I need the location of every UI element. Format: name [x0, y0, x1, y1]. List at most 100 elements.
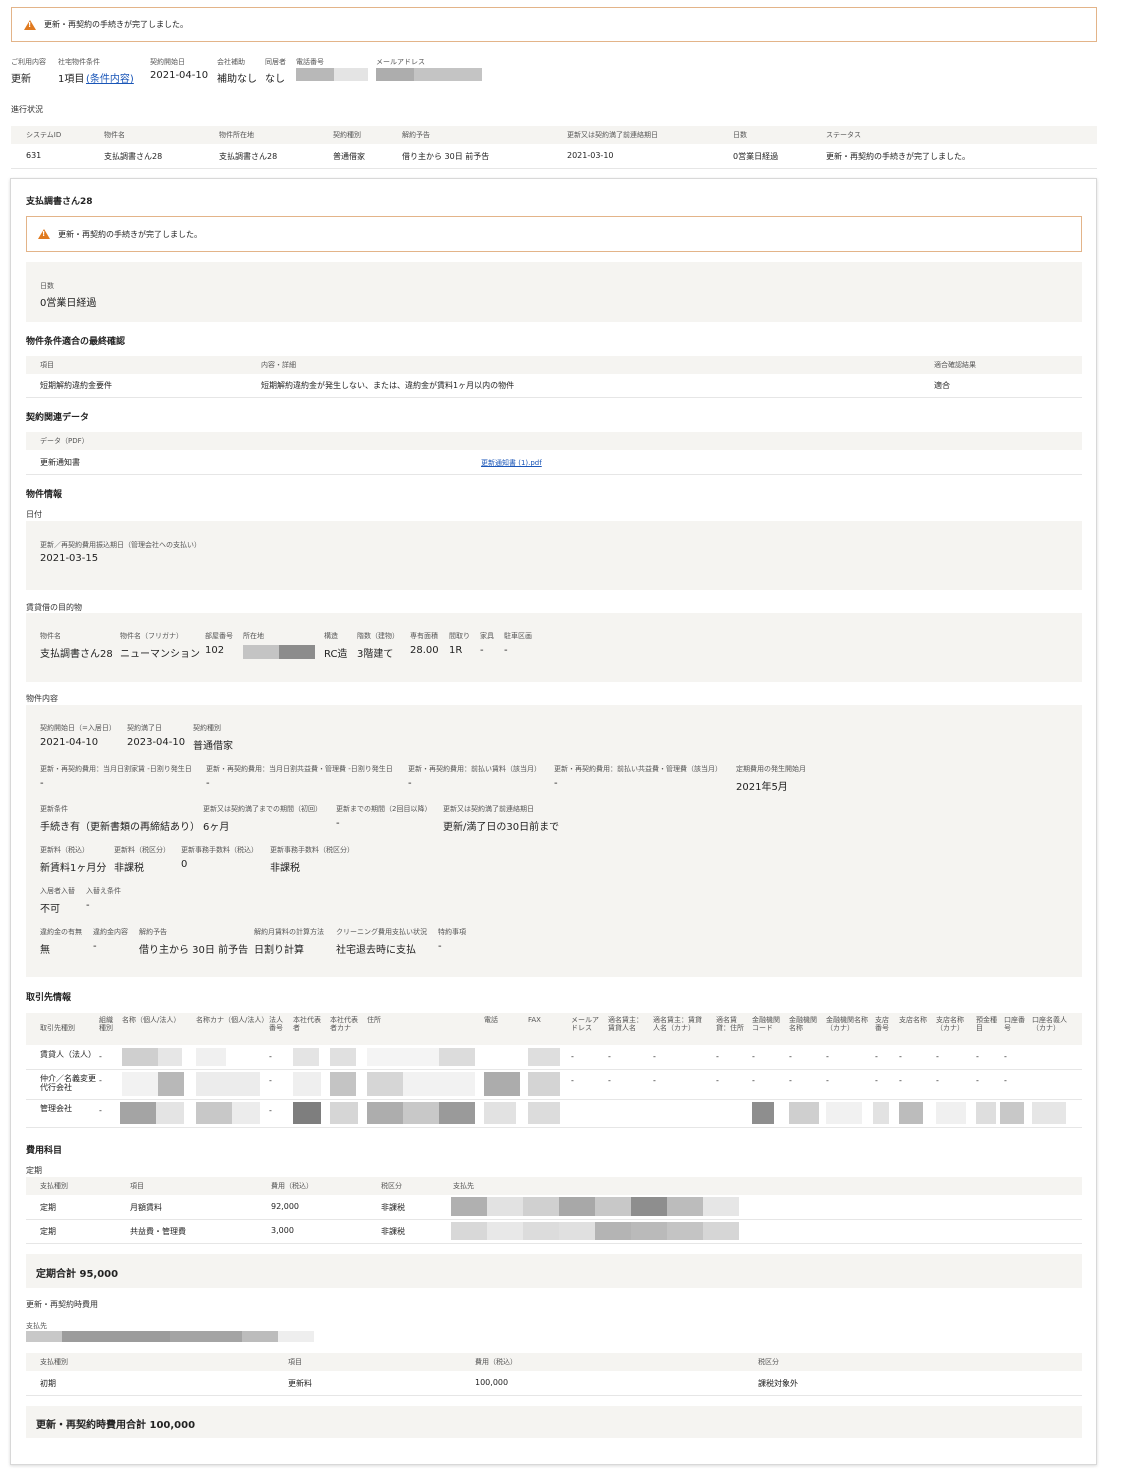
r2-value-3: - — [554, 778, 558, 789]
cost-row-1-tax: 非課税 — [381, 1203, 405, 1212]
days-label: 日数 — [40, 282, 54, 290]
partner-empty-cell: - — [789, 1076, 792, 1085]
r6-label-1: 違約金内容 — [93, 928, 128, 936]
redacted-cell — [439, 1102, 475, 1124]
redacted-cell — [330, 1072, 356, 1096]
partner-empty-cell: - — [608, 1052, 611, 1061]
partner-empty-cell: - — [875, 1052, 878, 1061]
payee-redacted — [559, 1222, 595, 1240]
partner-th-21: 口座番号 — [1004, 1016, 1025, 1032]
r3-value-3: 更新/満了日の30日前まで — [443, 822, 560, 833]
date-box — [26, 521, 1082, 590]
periodic-total-box — [26, 1254, 1082, 1288]
r6-label-0: 違約金の有無 — [40, 928, 82, 936]
partner-empty-cell: - — [716, 1052, 719, 1061]
redacted-cell — [330, 1102, 358, 1124]
renewal-tax: 課税対象外 — [758, 1379, 798, 1388]
renewal-total: 更新・再契約時費用合計 100,000 — [36, 1420, 196, 1431]
redacted-cell — [158, 1072, 184, 1096]
redacted-cell — [528, 1048, 560, 1066]
fc-detail: 短期解約違約金が発生しない、または、違約金が賃料1ヶ月以内の物件 — [261, 381, 515, 390]
partner-org-type: - — [99, 1052, 102, 1061]
partner-th-1: 組織種別 — [99, 1016, 113, 1032]
r3-value-2: - — [336, 818, 340, 829]
redacted-cell — [367, 1072, 403, 1096]
card-alert-text: 更新・再契約の手続きが完了しました。 — [58, 229, 202, 239]
r3-label-3: 更新又は契約満了前連絡期日 — [443, 805, 534, 813]
r1-value-1: 2023-04-10 — [127, 737, 186, 748]
partner-th-17: 支店番号 — [875, 1016, 889, 1032]
partner-th-13: 適名賃貸：住所 — [716, 1016, 744, 1032]
partner-type: 仲介／名義変更代行会社 — [40, 1074, 96, 1092]
r2-label-4: 定期費用の発生開始月 — [736, 765, 806, 773]
final-check-title: 物件条件適合の最終確認 — [26, 337, 126, 347]
redacted-cell — [1000, 1102, 1024, 1124]
divider — [26, 397, 1082, 398]
redacted-cell — [293, 1048, 319, 1066]
redacted-cell — [367, 1048, 439, 1066]
renewal-header — [26, 1353, 1082, 1371]
partner-org-type: - — [99, 1076, 102, 1085]
partner-th-14: 金融機関コード — [752, 1016, 780, 1032]
partner-th-7: 住所 — [367, 1016, 381, 1024]
conditions-link[interactable]: (条件内容) — [86, 70, 134, 85]
partner-empty-cell: - — [826, 1076, 829, 1085]
payee-redacted — [631, 1222, 667, 1240]
renewal-item: 更新料 — [288, 1379, 312, 1388]
r3-label-2: 更新までの期間（2回目以降） — [336, 805, 432, 813]
r1-value-2: 普通借家 — [193, 741, 233, 752]
target-parking: - — [504, 645, 508, 656]
partner-th-10: メールアドレス — [571, 1016, 599, 1032]
progress-th-location: 物件所在地 — [219, 131, 254, 139]
summary-header-start: 契約開始日 — [150, 58, 185, 66]
payee-redacted — [62, 1331, 170, 1342]
target-layout: 1R — [449, 645, 463, 656]
redacted-cell — [484, 1102, 516, 1124]
summary-header-subsidy: 会社補助 — [217, 58, 245, 66]
redacted-cell — [826, 1102, 862, 1124]
target-label-furniture: 家具 — [480, 632, 494, 640]
start-value: 2021-04-10 — [150, 70, 209, 81]
target-structure: RC造 — [324, 649, 348, 660]
days-value: 0営業日経過 — [40, 298, 97, 309]
partner-empty-cell: - — [875, 1076, 878, 1085]
partner-empty-cell: - — [789, 1052, 792, 1061]
payee-redacted — [667, 1197, 703, 1216]
divider — [26, 1395, 1082, 1396]
renewal-th-3: 税区分 — [758, 1358, 779, 1366]
payee-redacted — [559, 1197, 595, 1216]
partner-th-11: 適名賃主：賃貸人名 — [608, 1016, 643, 1032]
fc-th-result: 適合確認結果 — [934, 361, 976, 369]
r2-value-4: 2021年5月 — [736, 782, 788, 793]
redacted-cell — [293, 1102, 321, 1124]
completion-alert: 更新・再契約の手続きが完了しました。 — [11, 7, 1097, 42]
payee-redacted — [631, 1197, 667, 1216]
target-label-name: 物件名 — [40, 632, 61, 640]
payee-redacted — [595, 1222, 631, 1240]
target-name: 支払調書さん28 — [40, 649, 113, 660]
target-kana: ニューマンション — [120, 649, 200, 660]
date-section-title: 日付 — [26, 510, 42, 519]
r3-value-0: 手続き有（更新書類の再締結あり） — [40, 822, 200, 833]
redacted-cell — [196, 1102, 232, 1124]
r1-label-2: 契約種別 — [193, 724, 221, 732]
payee-redacted — [242, 1331, 278, 1342]
partner-empty-cell: - — [752, 1076, 755, 1085]
partner-empty-cell: - — [653, 1052, 656, 1061]
contract-data-header — [26, 432, 1082, 450]
partner-corp-number: - — [269, 1076, 272, 1085]
progress-status: 更新・再契約の手続きが完了しました。 — [826, 152, 970, 161]
partner-empty-cell: - — [976, 1076, 979, 1085]
progress-system-id[interactable]: 631 — [26, 151, 41, 160]
progress-th-deadline: 更新又は契約満了前連絡期日 — [567, 131, 658, 139]
pdf-file-link[interactable]: 更新通知書 (1).pdf — [481, 458, 542, 468]
target-label-address: 所在地 — [243, 632, 264, 640]
partner-empty-cell: - — [1004, 1076, 1007, 1085]
r4-value-0: 新賃料1ヶ月分 — [40, 863, 107, 874]
warning-icon — [24, 19, 36, 30]
cost-row-2-item: 共益費・管理費 — [130, 1227, 186, 1236]
target-label-floors: 階数（建物） — [357, 632, 399, 640]
redacted-cell — [330, 1048, 356, 1066]
partner-empty-cell: - — [653, 1076, 656, 1085]
summary-header-usage: ご利用内容 — [11, 58, 46, 66]
